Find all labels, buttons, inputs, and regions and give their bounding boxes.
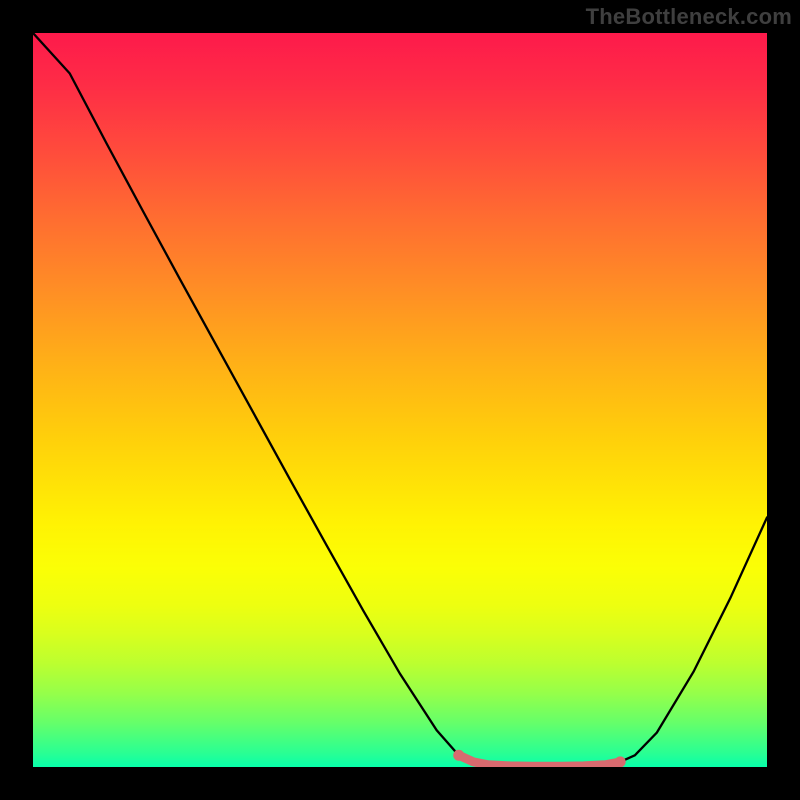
chart-frame: TheBottleneck.com (0, 0, 800, 800)
plot-area (33, 33, 767, 767)
chart-svg (33, 33, 767, 767)
watermark-text: TheBottleneck.com (586, 4, 792, 30)
marker-dot-left (453, 750, 464, 761)
marker-dot-right (615, 756, 626, 767)
bottom-flat-marker (459, 755, 620, 766)
bottleneck-curve (33, 33, 767, 767)
